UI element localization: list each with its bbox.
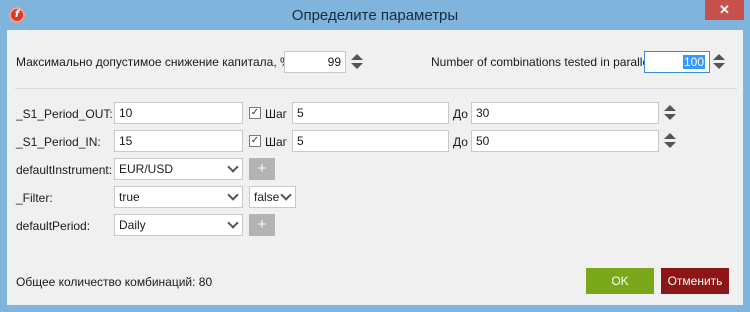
dialog-window: f Определите параметры ✕ Максимально доп… [0,0,750,312]
filter-value: true [119,190,140,204]
period-select[interactable]: Daily [114,214,243,236]
cancel-button[interactable]: Отменить [661,268,729,294]
instrument-select[interactable]: EUR/USD [114,158,243,180]
to-label: До [453,107,468,121]
step-checkbox[interactable]: ✓ [249,135,261,147]
param-to-spinner[interactable] [662,130,676,152]
step-checkbox[interactable]: ✓ [249,107,261,119]
chevron-down-icon [227,217,239,229]
param-from-input[interactable]: 15 [114,130,243,152]
parallel-spinner[interactable] [711,51,725,73]
period-label: defaultPeriod: [16,219,91,233]
total-combinations: Общее количество комбинаций: 80 [16,275,213,289]
param-to-input[interactable]: 30 [471,102,659,124]
drawdown-spinner[interactable] [349,51,363,73]
add-instrument-button[interactable]: + [249,158,275,180]
chevron-down-icon [280,189,292,201]
parallel-value: 100 [682,55,705,69]
dialog-body: Максимально допустимое снижение капитала… [7,30,743,305]
drawdown-label: Максимально допустимое снижение капитала… [16,55,291,69]
parallel-input[interactable]: 100 [644,51,710,73]
ok-button[interactable]: OK [586,268,654,294]
chevron-down-icon [227,161,239,173]
spin-down-icon[interactable] [664,142,676,148]
param-name: _S1_Period_IN: [16,135,101,149]
param-step-input[interactable]: 5 [292,102,449,124]
instrument-label: defaultInstrument: [16,163,113,177]
param-to-spinner[interactable] [662,102,676,124]
close-button[interactable]: ✕ [705,0,744,20]
param-name: _S1_Period_OUT: [16,107,113,121]
parallel-label: Number of combinations tested in paralle… [431,55,652,69]
spin-up-icon[interactable] [664,105,676,111]
spin-up-icon[interactable] [664,133,676,139]
chevron-down-icon [227,189,239,201]
period-value: Daily [119,218,146,232]
dialog-title: Определите параметры [291,7,459,24]
title-bar: f Определите параметры ✕ [0,0,750,30]
spin-down-icon[interactable] [713,63,725,69]
to-label: До [453,135,468,149]
step-label: Шаг [265,135,288,149]
spin-down-icon[interactable] [351,63,363,69]
separator [15,88,737,89]
spin-down-icon[interactable] [664,114,676,120]
param-from-input[interactable]: 10 [114,102,243,124]
filter-value-2: false [254,190,280,204]
spin-up-icon[interactable] [713,54,725,60]
filter-select[interactable]: true [114,186,243,208]
add-period-button[interactable]: + [249,214,275,236]
instrument-value: EUR/USD [119,162,174,176]
drawdown-input[interactable]: 99 [284,51,346,73]
spin-up-icon[interactable] [351,54,363,60]
param-to-input[interactable]: 50 [471,130,659,152]
step-label: Шаг [265,107,288,121]
check-icon: ✓ [250,135,260,146]
param-step-input[interactable]: 5 [292,130,449,152]
filter-label: _Filter: [16,191,53,205]
check-icon: ✓ [250,107,260,118]
filter-select-2[interactable]: false [249,186,296,208]
